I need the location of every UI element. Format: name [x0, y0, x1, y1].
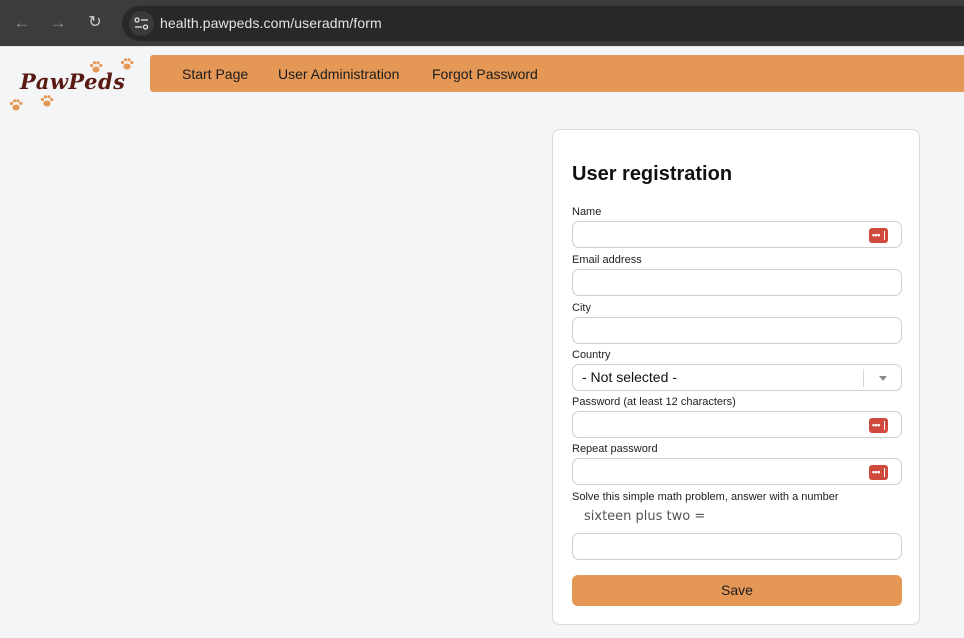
password-label: Password (at least 12 characters) [572, 396, 736, 408]
repeat-password-label: Repeat password [572, 443, 658, 455]
country-select[interactable]: - Not selected - [572, 364, 902, 391]
arrow-right-icon: → [49, 13, 67, 32]
reload-button[interactable]: ↻ [85, 12, 105, 34]
password-input[interactable]: ••• [572, 411, 902, 438]
password-key-icon[interactable]: ••• [869, 418, 888, 433]
paw-print-icon [9, 99, 23, 111]
forward-button[interactable]: → [48, 12, 68, 34]
pawpeds-logo[interactable]: PawPeds [6, 56, 141, 116]
registration-form: User registration Name ••• Email address… [552, 129, 920, 625]
browser-toolbar: ← → ↻ health.pawpeds.com/useradm/form [0, 0, 964, 47]
logo-text: PawPeds [20, 69, 126, 94]
address-bar[interactable]: health.pawpeds.com/useradm/form [122, 6, 964, 41]
nav-forgot-password[interactable]: Forgot Password [432, 66, 538, 82]
nav-start-page[interactable]: Start Page [182, 66, 248, 82]
select-divider [863, 369, 864, 387]
country-label: Country [572, 349, 611, 361]
email-input[interactable] [572, 269, 902, 296]
email-label: Email address [572, 254, 642, 266]
password-key-icon[interactable]: ••• [869, 228, 888, 243]
form-title: User registration [572, 163, 733, 185]
tune-icon [134, 17, 149, 30]
chevron-down-icon [879, 376, 887, 381]
nav-user-administration[interactable]: User Administration [278, 66, 399, 82]
name-label: Name [572, 206, 602, 218]
math-answer-input[interactable] [572, 533, 902, 560]
city-label: City [572, 302, 591, 314]
math-label: Solve this simple math problem, answer w… [572, 491, 839, 503]
save-button[interactable]: Save [572, 575, 902, 606]
city-input[interactable] [572, 317, 902, 344]
password-key-icon[interactable]: ••• [869, 465, 888, 480]
main-nav: Start Page User Administration Forgot Pa… [150, 55, 964, 92]
paw-print-icon [120, 58, 134, 70]
reload-icon: ↻ [88, 14, 102, 31]
site-info-button[interactable] [129, 11, 154, 36]
url-text[interactable]: health.pawpeds.com/useradm/form [160, 15, 382, 31]
paw-print-icon [89, 61, 103, 73]
country-selected-value: - Not selected - [582, 369, 677, 385]
arrow-left-icon: ← [13, 13, 31, 32]
name-input[interactable]: ••• [572, 221, 902, 248]
back-button[interactable]: ← [12, 12, 32, 34]
math-question: sixteen plus two = [584, 509, 706, 524]
repeat-password-input[interactable]: ••• [572, 458, 902, 485]
paw-print-icon [40, 95, 54, 107]
